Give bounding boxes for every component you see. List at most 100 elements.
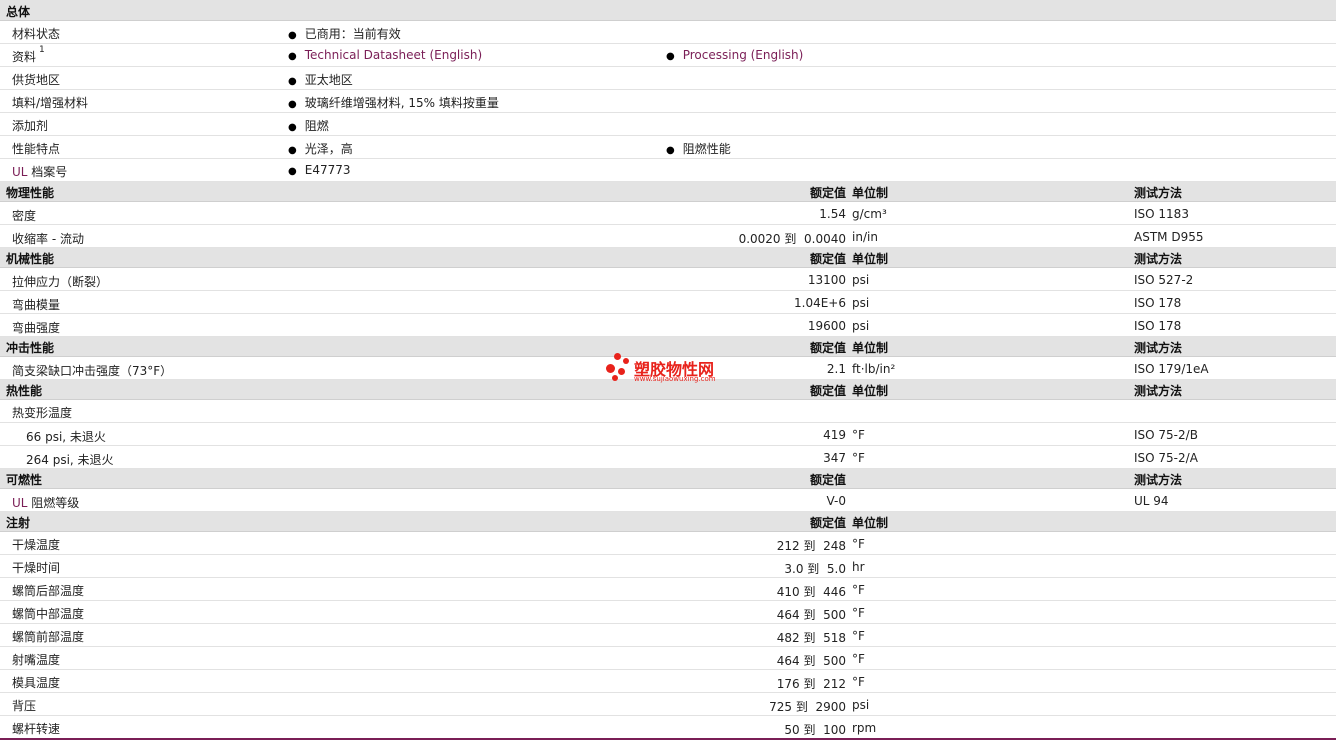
property-label: 材料状态 (12, 27, 61, 41)
property-label: 添加剂 (12, 119, 49, 133)
header-unit: 单位制 (852, 252, 889, 266)
ul-link[interactable]: UL (12, 496, 27, 510)
test-method: ISO 179/1eA (1134, 362, 1209, 376)
section-header-general: 总体 (0, 0, 1336, 21)
property-label: 射嘴温度 (12, 653, 61, 667)
table-row: UL 阻燃等级 V-0 UL 94 (0, 489, 1336, 512)
property-label: 热变形温度 (12, 406, 73, 420)
property-value: 176 到 212 (776, 677, 846, 691)
property-value: 0.0020 到 0.0040 (738, 232, 846, 246)
property-value: 亚太地区 (288, 71, 353, 88)
table-row: 螺筒后部温度 410 到 446 °F (0, 578, 1336, 601)
section-header-physical: 物理性能 额定值 单位制 测试方法 (0, 182, 1336, 202)
property-value: 3.0 到 5.0 (784, 562, 846, 576)
property-value: E47773 (288, 163, 351, 177)
table-row: 收缩率 - 流动 0.0020 到 0.0040 in/in ASTM D955 (0, 225, 1336, 248)
test-method: ISO 178 (1134, 296, 1182, 310)
header-value: 额定值 (809, 384, 846, 398)
header-unit: 单位制 (852, 384, 889, 398)
property-value: 1.54 (819, 207, 846, 221)
property-label: 性能特点 (12, 142, 61, 156)
property-unit: psi (852, 319, 870, 333)
test-method: UL 94 (1134, 494, 1169, 508)
property-row-status: 材料状态 已商用：当前有效 (0, 21, 1336, 44)
technical-datasheet-link[interactable]: Technical Datasheet (English) (305, 48, 482, 62)
property-value: 212 到 248 (776, 539, 846, 553)
header-method: 测试方法 (1134, 341, 1183, 355)
table-row: 66 psi, 未退火 419 °F ISO 75-2/B (0, 423, 1336, 446)
property-label: 螺筒后部温度 (12, 584, 85, 598)
watermark-logo: 塑胶物性网 www.sujiaowuxing.com (604, 352, 744, 388)
property-value: 阻燃性能 (666, 140, 731, 157)
test-method: ISO 527-2 (1134, 273, 1194, 287)
property-value: 光泽，高 (288, 140, 353, 157)
table-row: 背压 725 到 2900 psi (0, 693, 1336, 716)
header-unit: 单位制 (852, 186, 889, 200)
test-method: ASTM D955 (1134, 230, 1204, 244)
header-value: 额定值 (809, 473, 846, 487)
header-method: 测试方法 (1134, 186, 1183, 200)
property-unit: in/in (852, 230, 878, 244)
section-header-mechanical: 机械性能 额定值 单位制 测试方法 (0, 248, 1336, 268)
property-label: UL 档案号 (12, 163, 67, 180)
property-unit: g/cm³ (852, 207, 887, 221)
processing-link[interactable]: Processing (English) (683, 48, 804, 62)
property-value: 1.04E+6 (794, 296, 846, 310)
property-label: 收缩率 - 流动 (12, 232, 84, 246)
table-row: 264 psi, 未退火 347 °F ISO 75-2/A (0, 446, 1336, 469)
section-title: 物理性能 (6, 186, 55, 200)
header-method: 测试方法 (1134, 384, 1183, 398)
docs-label: 资料 (12, 50, 37, 64)
property-unit: °F (852, 652, 865, 666)
property-value: 已商用：当前有效 (288, 25, 401, 42)
table-row: 密度 1.54 g/cm³ ISO 1183 (0, 202, 1336, 225)
property-row-filler: 填料/增强材料 玻璃纤维增强材料, 15% 填料按重量 (0, 90, 1336, 113)
property-unit: °F (852, 451, 865, 465)
header-value: 额定值 (809, 516, 846, 530)
table-row: 拉伸应力（断裂） 13100 psi ISO 527-2 (0, 268, 1336, 291)
watermark-dots-icon (604, 352, 632, 382)
property-label: UL 阻燃等级 (12, 494, 79, 511)
property-label: 干燥温度 (12, 538, 61, 552)
property-unit: psi (852, 698, 870, 712)
property-unit: °F (852, 606, 865, 620)
property-label: 螺筒前部温度 (12, 630, 85, 644)
property-unit: ft·lb/in² (852, 362, 896, 376)
test-method: ISO 1183 (1134, 207, 1189, 221)
test-method: ISO 178 (1134, 319, 1182, 333)
table-row: 射嘴温度 464 到 500 °F (0, 647, 1336, 670)
header-method: 测试方法 (1134, 252, 1183, 266)
property-value: 50 到 100 (784, 723, 846, 737)
property-label: 背压 (12, 699, 37, 713)
table-row: 干燥时间 3.0 到 5.0 hr (0, 555, 1336, 578)
section-header-injection: 注射 额定值 单位制 (0, 512, 1336, 532)
table-row: 螺筒中部温度 464 到 500 °F (0, 601, 1336, 624)
property-value: 2.1 (826, 362, 846, 376)
property-row-additive: 添加剂 阻燃 (0, 113, 1336, 136)
table-row: 螺杆转速 50 到 100 rpm (0, 716, 1336, 739)
test-method: ISO 75-2/A (1134, 451, 1198, 465)
property-label: 干燥时间 (12, 561, 61, 575)
table-row: 弯曲模量 1.04E+6 psi ISO 178 (0, 291, 1336, 314)
property-unit: °F (852, 583, 865, 597)
property-label: 供货地区 (12, 73, 61, 87)
section-title: 可燃性 (6, 473, 43, 487)
property-unit: °F (852, 428, 865, 442)
header-unit: 单位制 (852, 516, 889, 530)
property-label: 螺筒中部温度 (12, 607, 85, 621)
property-label: 密度 (12, 209, 37, 223)
property-value: 13100 (807, 273, 846, 287)
header-value: 额定值 (809, 186, 846, 200)
property-label: 66 psi, 未退火 (26, 430, 106, 444)
property-row-features: 性能特点 光泽，高 阻燃性能 (0, 136, 1336, 159)
ul-link[interactable]: UL (12, 165, 27, 179)
property-value: 464 到 500 (776, 608, 846, 622)
property-label: 模具温度 (12, 676, 61, 690)
table-row: 弯曲强度 19600 psi ISO 178 (0, 314, 1336, 337)
header-value: 额定值 (809, 341, 846, 355)
property-row-documents: 资料1 Technical Datasheet (English) Proces… (0, 44, 1336, 67)
property-unit: °F (852, 629, 865, 643)
section-title: 注射 (6, 516, 31, 530)
property-unit: °F (852, 537, 865, 551)
property-label: 简支梁缺口冲击强度（73°F） (12, 364, 173, 378)
